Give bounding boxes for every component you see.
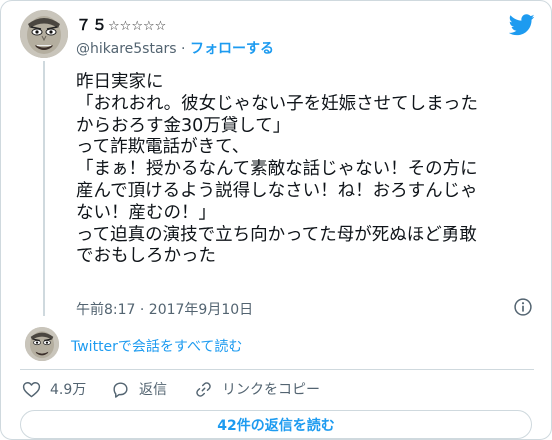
reply-label: 返信 [139, 382, 167, 398]
divider [20, 369, 534, 370]
read-conversation-link[interactable]: Twitterで会話をすべて読む [71, 336, 242, 356]
tweet-text-line: からおろす金30万貸して」 [76, 115, 291, 136]
reply-button[interactable]: 返信 [111, 379, 167, 399]
handle-row: @hikare5stars · フォローする [76, 38, 274, 58]
like-count: 4.9万 [50, 382, 87, 398]
author-avatar[interactable] [20, 10, 68, 58]
author-name[interactable]: ７５☆☆☆☆☆ [76, 14, 166, 35]
heart-icon [22, 381, 41, 397]
author-name-stars: ☆☆☆☆☆ [108, 19, 167, 34]
tweet-text-line: 「おれおれ。彼女じゃない子を妊娠させてしまった [76, 93, 478, 114]
link-icon [196, 381, 211, 397]
tweet-text-line: ない！産むの！」 [76, 202, 216, 223]
like-button[interactable]: 4.9万 [22, 379, 86, 399]
author-handle[interactable]: @hikare5stars [76, 41, 177, 57]
tweet-text-line: 昨日実家に [76, 72, 164, 92]
handle-separator: · [181, 41, 186, 57]
tweet-timestamp[interactable]: 午前8:17 · 2017年9月10日 [76, 299, 253, 319]
author-display-name: ７５ [76, 16, 109, 34]
avatar-face-image [25, 327, 59, 361]
thread-connector-line [43, 61, 45, 316]
copy-link-label: リンクをコピー [222, 382, 320, 398]
tweet-text-line: って迫真の演技で立ち向かってた母が死ぬほど勇敢 [76, 224, 477, 245]
tweet-text-line: でおもしろかった [76, 246, 216, 267]
tweet-embed-card: ７５☆☆☆☆☆ @hikare5stars · フォローする 昨日実家に 「おれ… [0, 0, 552, 440]
read-replies-button[interactable]: 42件の返信を読む [20, 410, 532, 439]
tweet-text: 昨日実家に 「おれおれ。彼女じゃない子を妊娠させてしまった からおろす金30万貸… [76, 72, 541, 268]
twitter-bird-icon[interactable] [509, 14, 535, 36]
avatar-face-image [20, 10, 68, 58]
reply-bubble-icon [113, 381, 128, 398]
info-icon[interactable] [513, 297, 533, 317]
tweet-text-line: って詐欺電話がきて、 [76, 137, 250, 158]
tweet-text-line: 「まぁ！授かるなんて素敵な話じゃない！その方に [76, 159, 478, 180]
copy-link-button[interactable]: リンクをコピー [194, 379, 320, 399]
follow-button[interactable]: フォローする [190, 41, 274, 57]
conversation-avatar [25, 327, 59, 361]
tweet-text-line: 産んで頂けるよう説得しなさい！ね！おろすんじゃ [76, 180, 478, 201]
